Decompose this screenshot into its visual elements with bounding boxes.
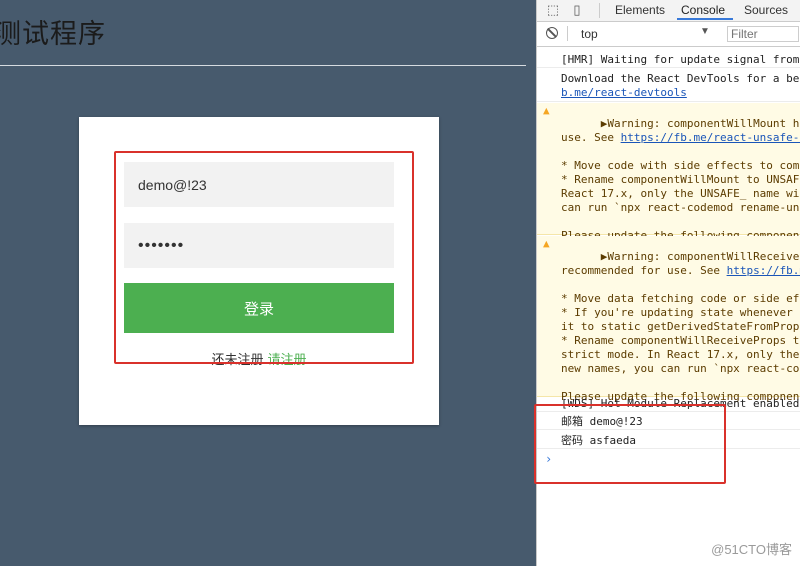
warn-text[interactable]: ▶Warning: componentWillReceiveProps [601,250,800,263]
console-toolbar: top ▼ [537,22,800,47]
clear-console-icon[interactable] [546,27,558,39]
login-button[interactable]: 登录 [124,283,394,333]
console-log: [HMR] Waiting for update signal from Dow… [537,47,800,566]
warn-link[interactable]: https://fb.me/react-unsafe-c [621,131,800,144]
warn-text: * Move data fetching code or side eff [561,292,800,305]
filter-input[interactable] [727,26,799,42]
log-line-hmr: [HMR] Waiting for update signal from [537,53,800,68]
log-line-wds: [WDS] Hot Module Replacement enabled. [537,397,800,412]
tabbar-separator [599,3,600,18]
app-area: 测试程序 登录 还未注册请注册 [0,0,536,566]
context-selector[interactable]: top [581,27,598,41]
console-prompt-icon[interactable]: › [545,452,552,466]
log-line-password: 密码 asfaeda [537,434,800,449]
register-link[interactable]: 请注册 [268,352,307,367]
tab-console[interactable]: Console [681,0,725,20]
chevron-down-icon[interactable]: ▼ [700,26,710,37]
warn-text: it to static getDerivedStateFromProps [561,320,800,333]
warn-text: * If you're updating state whenever p [561,306,800,319]
log-text: Download the React DevTools for a bet [561,72,800,85]
register-row: 还未注册 请注册 [79,349,439,368]
warn-text: use. See [561,131,621,144]
tab-sources[interactable]: Sources [744,0,788,20]
tab-elements[interactable]: Elements [615,0,665,20]
watermark: @51CTO博客 [711,542,792,557]
warn-text[interactable]: ▶Warning: componentWillMount has bee [601,117,800,130]
warn-text: React 17.x, only the UNSAFE_ name wil [561,187,800,200]
warn-text: strict mode. In React 17.x, only the [561,348,800,361]
login-card: 登录 还未注册请注册 [79,117,439,425]
devtools-link[interactable]: b.me/react-devtools [561,86,687,99]
devtools-tabbar: ⬚ ▯ Elements Console Sources [537,0,800,22]
register-prompt: 还未注册 [211,352,264,367]
warn-link[interactable]: https://fb.m [727,264,800,277]
warn-text: * Rename componentWillMount to UNSAFE [561,173,800,186]
inspect-icon[interactable]: ⬚ [545,2,561,18]
warning-message-2: ▲ ▶Warning: componentWillReceiveProps rec… [537,236,800,403]
password-field[interactable] [124,223,394,268]
email-field[interactable] [124,162,394,207]
log-line-devtools: Download the React DevTools for a bet b.… [537,72,800,102]
toolbar-separator [567,26,568,41]
warning-icon: ▲ [543,104,550,117]
warning-message-1: ▲ ▶Warning: componentWillMount has bee us… [537,103,800,242]
title-divider [0,65,526,66]
warning-icon: ▲ [543,237,550,250]
log-line-email: 邮箱 demo@!23 [537,415,800,430]
devtools-panel: ⬚ ▯ Elements Console Sources top ▼ [HMR]… [536,0,800,566]
device-toolbar-icon[interactable]: ▯ [569,2,585,18]
active-tab-indicator [677,18,733,20]
warn-text: * Rename componentWillReceiveProps to [561,334,800,347]
page-title: 测试程序 [0,19,106,50]
warn-text: * Move code with side effects to comp [561,159,800,172]
warn-text: can run `npx react-codemod rename-uns [561,201,800,214]
warn-text: recommended for use. See [561,264,727,277]
warn-text: new names, you can run `npx react-cod [561,362,800,375]
